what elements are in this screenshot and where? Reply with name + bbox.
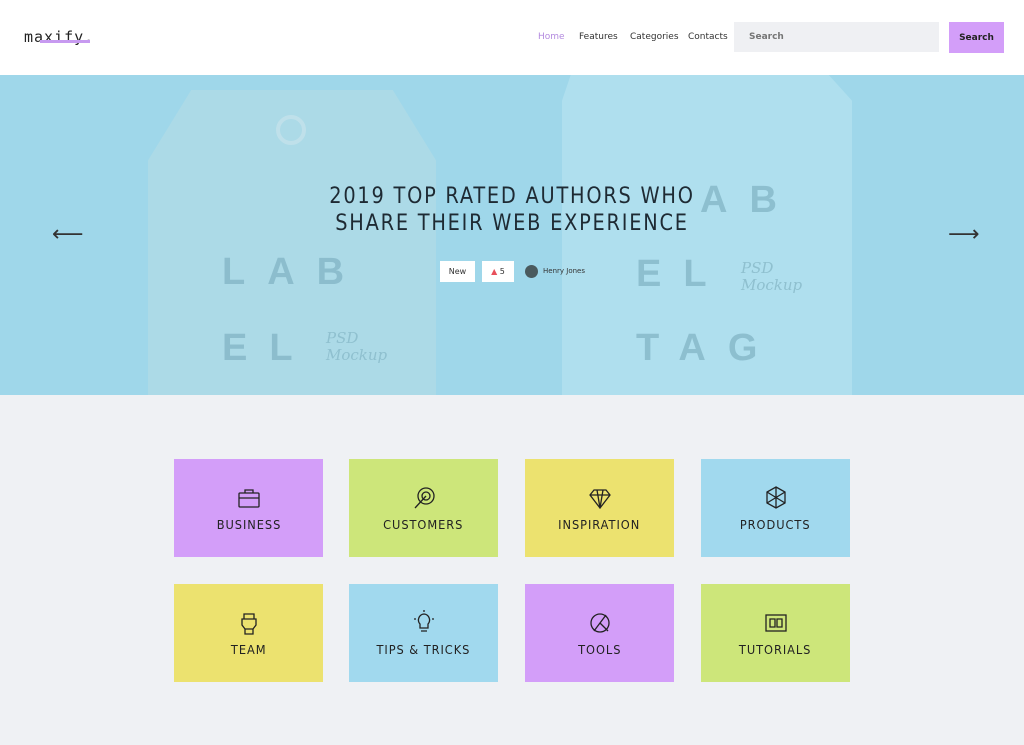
target-icon [414,487,435,509]
likes-badge[interactable]: ▲ 5 [482,261,514,282]
bg-text: TAG [636,327,780,369]
nav-features[interactable]: Features [579,32,618,42]
compass-icon [589,613,610,633]
arrow-right-icon[interactable]: ⟶ [948,224,980,246]
nav-contacts[interactable]: Contacts [688,32,728,42]
nav-categories[interactable]: Categories [630,32,679,42]
briefcase-icon [237,489,260,508]
hand-icon [240,613,257,635]
book-icon [764,614,787,632]
bg-text: EL [636,253,729,295]
category-label: TOOLS [577,643,622,657]
bg-text: EL [222,327,315,369]
category-card-business[interactable]: BUSINESS [174,459,323,557]
category-label: CUSTOMERS [383,518,464,532]
category-card-tips-tricks[interactable]: TIPS & TRICKS [349,584,498,682]
category-card-customers[interactable]: CUSTOMERS [349,459,498,557]
category-label: TUTORIALS [739,643,812,657]
new-badge[interactable]: New [440,261,475,282]
header: maxify. Home Features Categories Contact… [0,0,1024,75]
tag-hole [276,115,306,145]
category-card-team[interactable]: TEAM [174,584,323,682]
category-label: TEAM [230,643,267,657]
category-label: BUSINESS [216,518,281,532]
hero-slider: LAB EL PSD Mockup AB EL PSD Mockup TAG 201… [0,75,1024,395]
search-button[interactable]: Search [949,22,1004,53]
hero-title[interactable]: 2019 TOP RATED AUTHORS WHO SHARE THEIR WE… [325,183,698,237]
lightbulb-icon [413,610,434,632]
bg-text: AB [700,179,799,221]
category-card-tools[interactable]: TOOLS [525,584,674,682]
search-input[interactable] [734,22,939,52]
category-label: INSPIRATION [558,518,641,532]
category-card-products[interactable]: PRODUCTS [701,459,850,557]
category-card-inspiration[interactable]: INSPIRATION [525,459,674,557]
logo-underline [40,40,90,43]
cube-icon [765,486,786,509]
nav-home[interactable]: Home [538,32,565,42]
bg-psd: PSD Mockup [741,259,803,294]
avatar[interactable] [525,265,538,278]
category-label: PRODUCTS [740,518,811,532]
category-card-tutorials[interactable]: TUTORIALS [701,584,850,682]
author-name[interactable]: Henry Jones [543,267,585,275]
fire-icon: ▲ [491,267,498,276]
category-label: TIPS & TRICKS [376,643,471,657]
bg-text: LAB [222,251,367,293]
arrow-left-icon[interactable]: ⟵ [52,224,84,246]
logo[interactable]: maxify. [24,28,94,46]
bg-psd: PSD Mockup [326,329,388,364]
diamond-icon [588,489,611,510]
